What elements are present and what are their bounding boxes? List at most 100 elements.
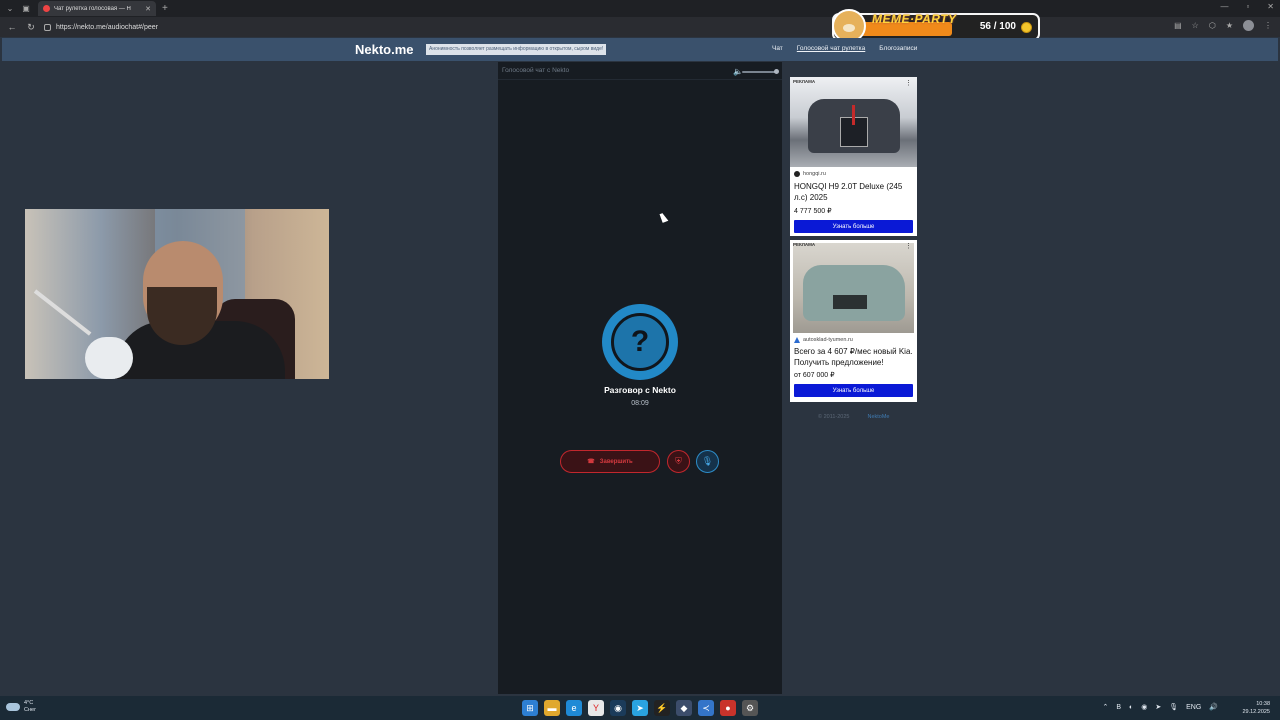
menu-item-chat[interactable]: Чат — [772, 45, 783, 52]
meme-party-overlay: MEME·PARTY 56 / 100 — [832, 9, 1040, 43]
meme-party-title: MEME·PARTY — [872, 12, 957, 26]
voice-chat-panel: Голосовой чат с Nekto 🔈 ? Разговор с Nek… — [498, 62, 782, 694]
ad-learn-more-button[interactable]: Узнать больше — [794, 220, 913, 233]
ad-price: 4 777 500 ₽ — [794, 208, 832, 215]
mute-button[interactable]: 🎙 — [696, 450, 719, 473]
ad-label: РЕКЛАМА — [793, 79, 816, 84]
volume-tray-icon[interactable]: 🔊 — [1209, 703, 1218, 711]
tab-actions-icon[interactable]: ▣ — [20, 3, 32, 15]
reader-icon[interactable]: ▤ — [1174, 21, 1182, 30]
source-logo-icon — [794, 171, 800, 177]
profile-avatar[interactable] — [1243, 20, 1254, 31]
notice-banner: Анонимность позволяет размещать информац… — [426, 44, 607, 55]
ad-image[interactable] — [793, 243, 914, 333]
menu-item-blog[interactable]: Блогозаписи — [879, 45, 917, 52]
panel-title: Голосовой чат с Nekto — [502, 67, 570, 74]
ad-menu-icon[interactable]: ⋮ — [905, 79, 912, 87]
temperature: 4°C — [24, 700, 34, 706]
volume-slider-handle[interactable] — [774, 69, 779, 74]
telegram-icon[interactable]: ➤ — [632, 700, 648, 716]
webcam-feed — [25, 209, 329, 379]
ad-source-text: autosklad-tyumen.ru — [803, 337, 853, 343]
tab-list-icon[interactable]: ⌄ — [4, 3, 16, 15]
call-timer: 08:09 — [631, 400, 649, 407]
footer-link[interactable]: NektoMe — [867, 414, 889, 420]
vscode-icon[interactable]: ≺ — [698, 700, 714, 716]
maximize-icon[interactable]: ▫ — [1246, 2, 1249, 11]
main-menu: Чат Голосовой чат рулетка Блогозаписи — [772, 45, 917, 52]
yandex-browser-icon[interactable]: Y — [588, 700, 604, 716]
end-call-label: Завершить — [599, 458, 633, 465]
clock-time: 10:38 — [1256, 701, 1270, 707]
settings-icon[interactable]: ⚙ — [742, 700, 758, 716]
weather-condition: Снег — [24, 707, 37, 713]
panel-header: Голосовой чат с Nekto 🔈 — [498, 62, 782, 80]
ad-menu-icon[interactable]: ⋮ — [905, 242, 912, 250]
ad-title[interactable]: Всего за 4 607 ₽/мес новый Kia. Получить… — [794, 347, 914, 368]
new-tab-icon[interactable]: + — [162, 3, 168, 14]
hang-up-icon: ☎ — [587, 459, 595, 465]
source-logo-icon — [794, 337, 800, 343]
url-text: https://nekto.me/audiochat#/peer — [56, 23, 158, 31]
lock-icon — [44, 23, 51, 31]
tray-chevron-icon[interactable]: ⌃ — [1102, 703, 1108, 711]
cloud-icon — [6, 703, 20, 711]
microphone-icon: 🎙 — [701, 456, 714, 466]
tab-title: Чат рулетка голосовая — Н — [54, 5, 131, 12]
steam-icon[interactable]: ◉ — [610, 700, 626, 716]
ad-card[interactable]: РЕКЛАМА ⋮ autosklad-tyumen.ru Всего за 4… — [790, 240, 917, 402]
edge-icon[interactable]: e — [566, 700, 582, 716]
peer-avatar: ? — [602, 304, 678, 380]
tray-mic-icon[interactable]: 🎙 — [1169, 703, 1178, 711]
reload-icon[interactable]: ↻ — [24, 20, 38, 34]
windows-taskbar: 4°C Снег ⊞ ▬ e Y ◉ ➤ ⚡ ◆ ≺ ● ⚙ ⌃ B ◐ ◉ ➤… — [0, 696, 1280, 720]
site-footer: © 2011-2025 NektoMe — [818, 414, 890, 420]
peer-name: Разговор с Nekto — [604, 385, 676, 395]
menu-dots-icon[interactable]: ⋮ — [1264, 21, 1272, 30]
menu-item-voice-chat[interactable]: Голосовой чат рулетка — [797, 45, 865, 52]
ad-source[interactable]: autosklad-tyumen.ru — [794, 337, 853, 343]
tray-b-icon[interactable]: B — [1116, 704, 1121, 711]
obs-icon[interactable]: ● — [720, 700, 736, 716]
copyright-text: © 2011-2025 — [818, 414, 850, 420]
weather-widget[interactable]: 4°C Снег — [6, 700, 36, 714]
coin-icon — [1021, 22, 1032, 33]
tray-app-icon[interactable]: ◐ — [1129, 704, 1133, 711]
browser-tabbar: ⌄ ▣ Чат рулетка голосовая — Н ✕ + — ▫ ✕ — [0, 0, 1280, 17]
clock[interactable]: 10:38 29.12.2025 — [1242, 700, 1270, 716]
ad-label: РЕКЛАМА — [793, 242, 816, 247]
address-bar: ← ↻ https://nekto.me/audiochat#/peer ▤ ☆… — [0, 17, 1280, 37]
end-call-button[interactable]: ☎ Завершить — [560, 450, 660, 473]
bookmark-star-icon[interactable]: ☆ — [1192, 21, 1199, 30]
close-tab-icon[interactable]: ✕ — [145, 5, 151, 13]
microphone-foam — [85, 337, 133, 379]
favorites-icon[interactable]: ★ — [1226, 21, 1233, 30]
tray-steam-icon[interactable]: ◉ — [1141, 703, 1147, 711]
start-icon[interactable]: ⊞ — [522, 700, 538, 716]
shield-icon: ⛨ — [675, 456, 682, 466]
ad-price: от 607 000 ₽ — [794, 372, 835, 379]
ad-image[interactable] — [790, 77, 917, 167]
back-icon[interactable]: ← — [5, 20, 19, 34]
close-window-icon[interactable]: ✕ — [1267, 2, 1274, 11]
system-tray: ⌃ B ◐ ◉ ➤ 🎙 ENG 🔊 — [1102, 703, 1218, 712]
site-favicon-icon — [43, 5, 50, 12]
report-button[interactable]: ⛨ — [667, 450, 690, 473]
meme-party-count: 56 / 100 — [979, 21, 1016, 32]
tray-telegram-icon[interactable]: ➤ — [1155, 703, 1161, 711]
site-header: Nekto.me Анонимность позволяет размещать… — [2, 38, 1278, 61]
language-indicator[interactable]: ENG — [1186, 704, 1201, 711]
extensions-icon[interactable]: ⬡ — [1209, 21, 1216, 30]
winamp-icon[interactable]: ⚡ — [654, 700, 670, 716]
ad-card[interactable]: РЕКЛАМА ⋮ hongqi.ru HONGQI H9 2.0T Delux… — [790, 77, 917, 236]
minimize-icon[interactable]: — — [1220, 2, 1228, 11]
ad-learn-more-button[interactable]: Узнать больше — [794, 384, 913, 397]
ad-title[interactable]: HONGQI H9 2.0T Deluxe (245 л.с) 2025 — [794, 182, 914, 203]
clock-date: 29.12.2025 — [1242, 709, 1270, 715]
site-logo[interactable]: Nekto.me — [355, 42, 414, 57]
volume-slider[interactable] — [742, 71, 778, 73]
ad-source[interactable]: hongqi.ru — [794, 171, 826, 177]
browser-tab[interactable]: Чат рулетка голосовая — Н ✕ — [38, 1, 156, 16]
file-explorer-icon[interactable]: ▬ — [544, 700, 560, 716]
app-icon[interactable]: ◆ — [676, 700, 692, 716]
